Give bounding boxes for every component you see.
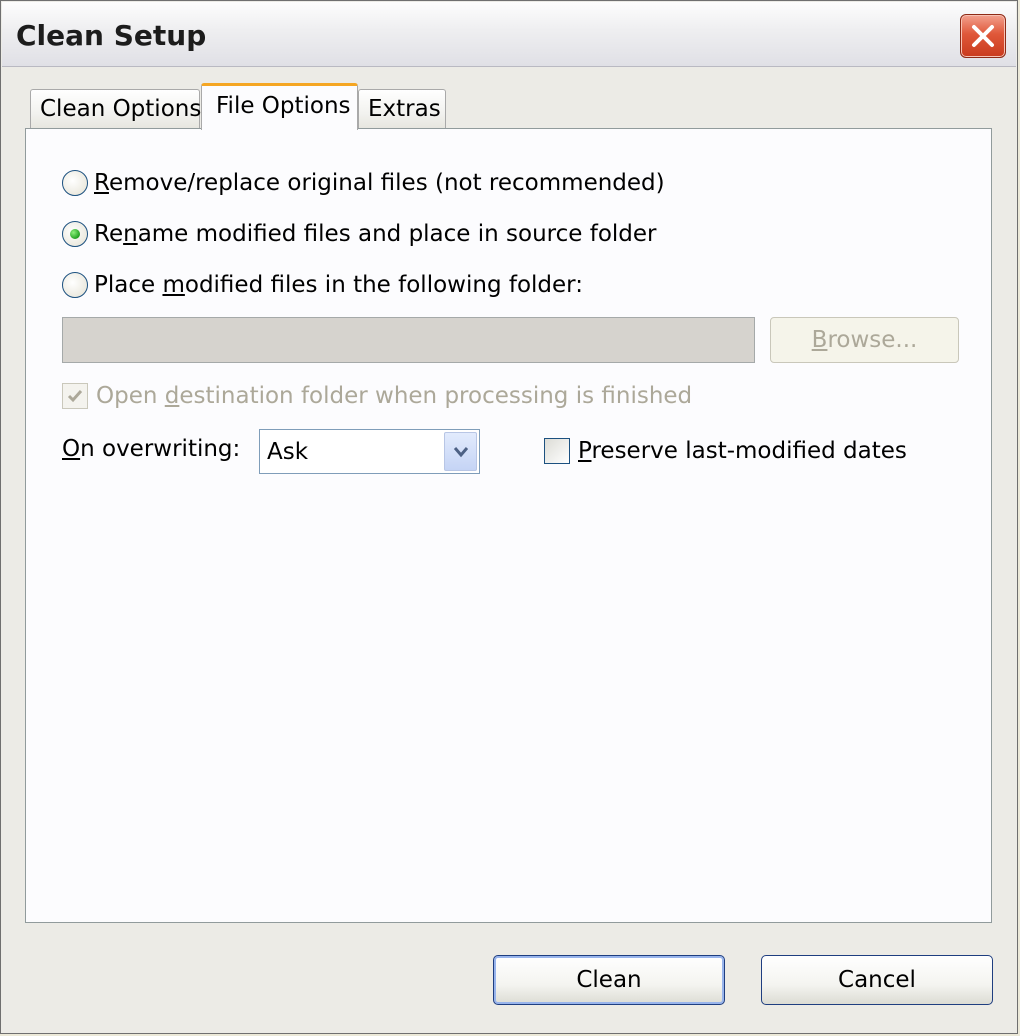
open-destination-checkbox-row: Open destination folder when processing …: [62, 383, 692, 409]
checkbox-label: Open destination folder when processing …: [96, 383, 693, 409]
overwrite-select[interactable]: Ask: [259, 429, 480, 474]
close-button[interactable]: [960, 14, 1006, 58]
radio-button[interactable]: [62, 221, 88, 247]
tab-extras[interactable]: Extras: [358, 89, 446, 129]
overwrite-label: On overwriting:: [62, 436, 241, 462]
clean-setup-dialog: Clean Setup Clean Options File Options E…: [0, 0, 1018, 1034]
preserve-dates-checkbox-row[interactable]: Preserve last-modified dates: [544, 438, 907, 464]
radio-label: Place modified files in the following fo…: [94, 272, 583, 298]
tab-label: Extras: [368, 96, 441, 122]
window-title: Clean Setup: [16, 19, 207, 52]
dropdown-button[interactable]: [444, 432, 477, 471]
tab-file-options[interactable]: File Options: [201, 83, 358, 130]
file-options-panel: Remove/replace original files (not recom…: [25, 128, 992, 923]
clean-button[interactable]: Clean: [493, 955, 725, 1005]
title-bar[interactable]: Clean Setup: [2, 2, 1016, 67]
tab-clean-options[interactable]: Clean Options: [30, 89, 202, 129]
radio-label: Rename modified files and place in sourc…: [94, 221, 657, 247]
checkbox-label: Preserve last-modified dates: [578, 438, 907, 464]
radio-rename-in-source[interactable]: Rename modified files and place in sourc…: [62, 221, 657, 247]
radio-button[interactable]: [62, 170, 88, 196]
radio-remove-originals[interactable]: Remove/replace original files (not recom…: [62, 170, 665, 196]
radio-place-in-folder[interactable]: Place modified files in the following fo…: [62, 272, 583, 298]
overwrite-selected-value: Ask: [267, 439, 309, 465]
close-icon: [972, 25, 994, 47]
destination-folder-field: [62, 317, 755, 363]
cancel-button[interactable]: Cancel: [761, 955, 993, 1005]
radio-label: Remove/replace original files (not recom…: [94, 170, 665, 196]
browse-button: Browse...: [770, 317, 959, 363]
radio-button[interactable]: [62, 272, 88, 298]
chevron-down-icon: [454, 447, 468, 458]
checkbox[interactable]: [544, 438, 570, 464]
tab-label: File Options: [216, 93, 351, 119]
tab-label: Clean Options: [40, 96, 202, 122]
checkbox: [62, 383, 88, 409]
check-icon: [67, 390, 83, 403]
